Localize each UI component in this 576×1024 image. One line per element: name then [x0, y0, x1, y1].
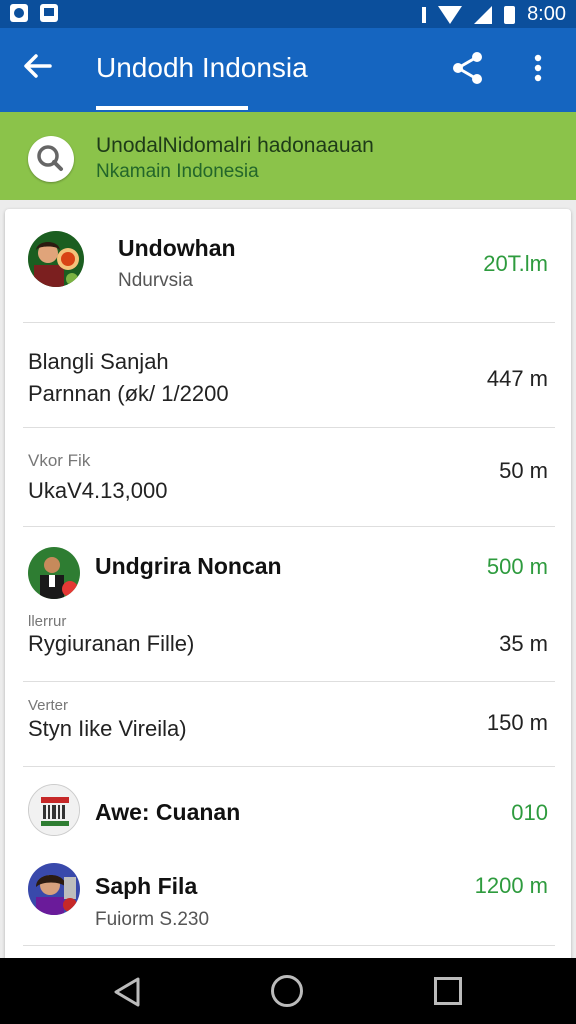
list-item[interactable]: Vkor Fik UkaV4.13,000 50 m — [5, 428, 571, 526]
item-detail: Parnnan (øk/ 1/2200 — [28, 381, 229, 406]
item-size: 20T.lm — [483, 251, 548, 276]
signal-icon — [474, 5, 493, 24]
item-size: 50 m — [499, 458, 548, 483]
nav-back-icon[interactable] — [112, 976, 142, 1013]
item-size: 500 m — [486, 554, 548, 579]
status-bar: 8:00 — [0, 0, 576, 28]
avatar — [28, 863, 80, 915]
avatar — [28, 231, 84, 287]
banner-title: UnodalNidomalri hadonaauan — [96, 134, 374, 157]
divider — [23, 945, 555, 946]
item-subtitle: Ndurvsia — [118, 270, 193, 291]
item-title: Undowhan — [118, 235, 236, 261]
battery-icon — [504, 5, 516, 24]
list-item[interactable]: llerrur Rygiuranan Fille) 35 m — [5, 601, 571, 681]
item-size: 010 — [511, 800, 548, 825]
status-time: 8:00 — [527, 3, 566, 25]
app-title: Undodh Indonsia — [96, 52, 308, 83]
file-list: Undowhan Ndurvsia 20T.lm Blangli Sanjah … — [5, 209, 571, 969]
list-item[interactable]: Saph Fila Fuiorm S.230 1200 m — [5, 849, 571, 945]
item-size: 150 m — [486, 710, 548, 735]
banner-subtitle: Nkamain Indonesia — [96, 161, 259, 182]
item-title: Saph Fila — [95, 873, 198, 899]
search-banner[interactable]: UnodalNidomalri hadonaauan Nkamain Indon… — [0, 112, 576, 200]
item-subtitle: Fuiorm S.230 — [95, 909, 210, 930]
list-item[interactable]: Undgrira Noncan 500 m — [5, 527, 571, 599]
nav-recents-icon[interactable] — [434, 977, 462, 1005]
item-detail: Rygiuranan Fille) — [28, 631, 195, 656]
title-tab-indicator — [96, 106, 248, 110]
avatar — [28, 547, 80, 599]
item-detail: Styn Iike Vireila) — [28, 716, 187, 741]
item-title: Awe: Cuanan — [95, 799, 241, 825]
app-bar: Undodh Indonsia — [0, 28, 576, 112]
notification-icon — [10, 4, 28, 22]
list-item[interactable]: Awe: Cuanan 010 — [5, 767, 571, 849]
list-item[interactable]: Blangli Sanjah Parnnan (øk/ 1/2200 447 m — [5, 323, 571, 427]
item-size: 1200 m — [474, 873, 548, 898]
back-arrow-icon[interactable] — [22, 50, 54, 82]
item-detail: UkaV4.13,000 — [28, 478, 168, 503]
share-icon[interactable] — [450, 50, 486, 86]
search-icon[interactable] — [28, 136, 74, 182]
more-options-icon[interactable] — [528, 48, 548, 88]
item-size: 35 m — [499, 631, 548, 656]
image-notification-icon — [40, 4, 58, 22]
wifi-icon — [438, 5, 463, 24]
system-nav-bar — [0, 958, 576, 1024]
nav-home-icon[interactable] — [271, 975, 303, 1007]
list-item[interactable]: Verter Styn Iike Vireila) 150 m — [5, 682, 571, 766]
item-size: 447 m — [486, 366, 548, 391]
vibrate-icon — [422, 6, 427, 23]
avatar — [28, 784, 80, 836]
item-title: Blangli Sanjah — [28, 349, 169, 374]
item-label: Vkor Fik — [28, 451, 91, 470]
list-item[interactable]: Undowhan Ndurvsia 20T.lm — [5, 209, 571, 322]
item-label: llerrur — [28, 613, 67, 630]
item-label: Verter — [28, 697, 69, 714]
item-title: Undgrira Noncan — [95, 553, 282, 579]
